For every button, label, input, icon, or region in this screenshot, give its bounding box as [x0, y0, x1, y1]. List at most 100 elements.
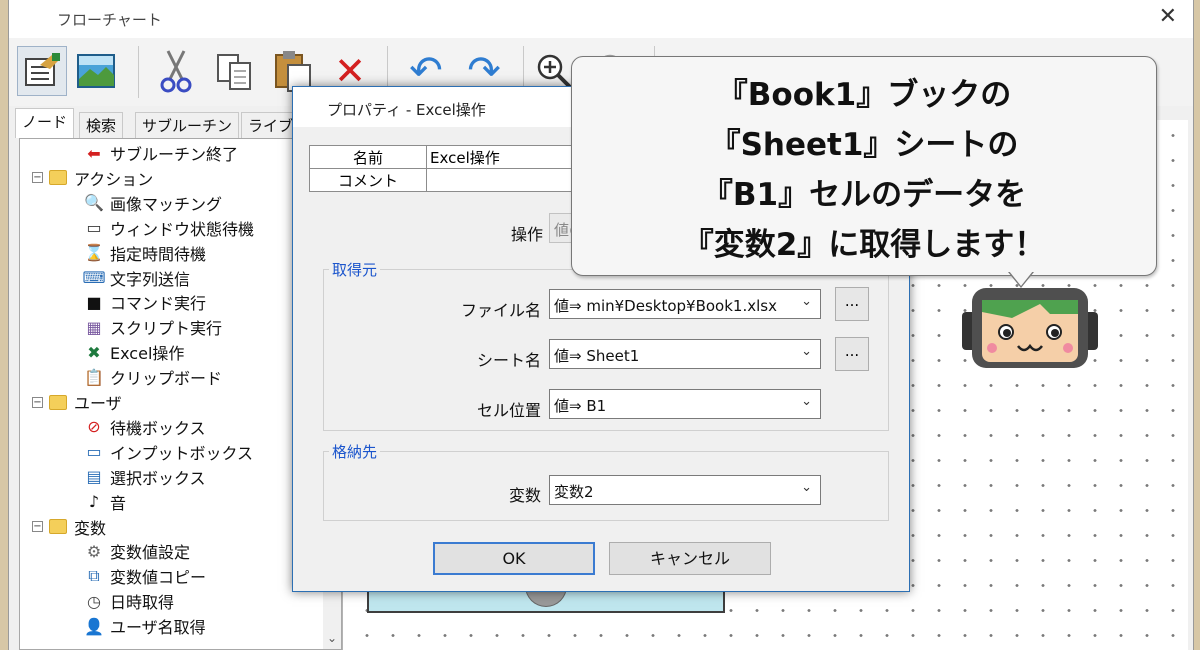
source-group-title: 取得元	[329, 259, 381, 280]
cell-value: 値⇒ B1	[554, 397, 607, 415]
collapse-icon[interactable]: −	[32, 521, 43, 532]
cancel-button[interactable]: キャンセル	[609, 542, 771, 575]
chevron-down-icon: ⌄	[801, 294, 812, 309]
collapse-icon[interactable]: −	[32, 396, 43, 408]
sheet-select[interactable]: 値⇒ Sheet1 ⌄	[549, 339, 821, 369]
tree-item-label: 文字列送信	[110, 269, 191, 289]
cut-icon[interactable]	[151, 46, 201, 96]
tree-item[interactable]: ▭ ウィンドウ状態待機	[84, 216, 254, 240]
tab-subroutine[interactable]: サブルーチン	[135, 112, 240, 138]
tree-folder[interactable]: − アクション	[32, 166, 153, 190]
chevron-down-icon: ⌄	[801, 344, 812, 359]
copy-icon[interactable]	[209, 46, 259, 96]
tree-item-label: 変数値設定	[110, 543, 191, 563]
node-icon: ▭	[86, 218, 102, 238]
tree-item-label: コマンド実行	[110, 294, 207, 314]
variable-select[interactable]: 変数2 ⌄	[549, 475, 821, 505]
tree-item[interactable]: ■ コマンド実行	[84, 290, 206, 314]
variable-value: 変数2	[554, 483, 594, 501]
tree-item-label: 選択ボックス	[110, 468, 206, 488]
callout-line-4: 『変数2』に取得します！	[682, 227, 1046, 263]
window-title: フローチャート	[57, 11, 162, 29]
variable-label: 変数	[508, 486, 541, 505]
file-value: 値⇒ min¥Desktop¥Book1.xlsx	[554, 297, 777, 315]
callout-line-1: 『Book1』ブックの	[716, 77, 1012, 113]
folder-icon	[48, 392, 68, 412]
tree-folder[interactable]: − 変数	[32, 515, 106, 539]
tree-item[interactable]: ▤ 選択ボックス	[84, 465, 206, 489]
node-icon: 📋	[84, 367, 104, 387]
tree-item[interactable]: ▭ インプットボックス	[84, 440, 253, 464]
tree-item[interactable]: 📋 クリップボード	[84, 365, 222, 389]
scroll-down-icon[interactable]: ⌄	[327, 631, 337, 645]
tree-item-label: スクリプト実行	[110, 319, 223, 339]
sheet-browse-button[interactable]: ...	[835, 337, 869, 371]
title-bar: フローチャート ✕	[9, 0, 1193, 38]
tree-folder[interactable]: − ユーザ	[32, 390, 122, 414]
cell-select[interactable]: 値⇒ B1 ⌄	[549, 389, 821, 419]
operation-label: 操作	[510, 225, 543, 244]
node-icon: ▭	[86, 442, 102, 462]
callout-line-2: 『Sheet1』シートの	[709, 127, 1019, 163]
side-tabs: ノード 検索 サブルーチン ライブラ	[15, 108, 335, 138]
sheet-value: 値⇒ Sheet1	[554, 347, 640, 365]
file-select[interactable]: 値⇒ min¥Desktop¥Book1.xlsx ⌄	[549, 289, 821, 319]
properties-icon[interactable]	[17, 46, 67, 96]
tree-item[interactable]: ⬅ サブルーチン終了	[84, 141, 238, 165]
chevron-down-icon: ⌄	[801, 480, 812, 495]
tree-item[interactable]: ⊘ 待機ボックス	[84, 415, 205, 439]
tree-item-label: サブルーチン終了	[110, 145, 239, 164]
node-icon: ▦	[86, 317, 102, 337]
node-icon: ⚙	[86, 541, 102, 561]
node-icon: ■	[86, 292, 102, 312]
tree-item[interactable]: 🔍 画像マッチング	[84, 191, 222, 215]
node-icon: ⬅	[87, 143, 101, 163]
tree-item-label: 指定時間待機	[110, 244, 207, 264]
tree-item-label: ウィンドウ状態待機	[110, 219, 255, 239]
tree-item[interactable]: ▦ スクリプト実行	[84, 315, 222, 339]
node-icon: ⊘	[87, 417, 101, 437]
tree-item-label: ユーザ名取得	[110, 618, 206, 638]
tree-item[interactable]: ⌛ 指定時間待機	[84, 241, 206, 265]
tree-item-label: 変数値コピー	[110, 568, 207, 588]
node-icon: ✖	[87, 342, 101, 362]
node-icon: ⌛	[84, 243, 104, 263]
collapse-icon[interactable]: −	[32, 172, 43, 184]
node-icon: ♪	[88, 492, 100, 512]
callout-line-3: 『B1』セルのデータを	[701, 177, 1027, 213]
ok-button[interactable]: OK	[433, 542, 595, 575]
tree-item[interactable]: ♪ 音	[84, 490, 126, 514]
tab-node[interactable]: ノード	[15, 108, 75, 138]
image-icon[interactable]	[71, 46, 121, 96]
tree-item[interactable]: ◷ 日時取得	[84, 589, 174, 613]
tree-item[interactable]: ⚙ 変数値設定	[84, 539, 190, 563]
comment-label: コメント	[309, 168, 427, 192]
tree-item-label: Excel操作	[110, 344, 185, 364]
tree-item-label: 日時取得	[110, 593, 175, 613]
tree-item-label: 変数	[74, 518, 107, 538]
tree-item-label: ユーザ	[74, 394, 122, 413]
cell-label: セル位置	[476, 401, 541, 420]
tree-item[interactable]: ⌨ 文字列送信	[82, 266, 191, 290]
folder-icon	[48, 517, 68, 537]
sheet-label: シート名	[476, 351, 541, 370]
destination-group-title: 格納先	[329, 441, 381, 462]
node-icon: ▤	[86, 467, 102, 487]
chevron-down-icon: ⌄	[801, 394, 812, 409]
node-icon: 🔍	[84, 193, 104, 213]
file-browse-button[interactable]: ...	[835, 287, 869, 321]
node-icon: ⧉	[88, 566, 100, 586]
file-label: ファイル名	[460, 301, 541, 320]
callout-bubble: 『Book1』ブックの 『Sheet1』シートの 『B1』セルのデータを 『変数…	[571, 56, 1157, 276]
tab-search[interactable]: 検索	[79, 112, 124, 138]
tree-item-label: 画像マッチング	[110, 194, 223, 214]
tree-item[interactable]: 👤 ユーザ名取得	[84, 614, 206, 638]
tree-item-label: 音	[110, 493, 127, 513]
node-icon: 👤	[84, 616, 104, 636]
node-icon: ⌨	[82, 268, 106, 287]
tree-item[interactable]: ✖ Excel操作	[84, 340, 184, 364]
tree-item[interactable]: ⧉ 変数値コピー	[84, 564, 206, 588]
close-icon[interactable]: ✕	[1159, 4, 1177, 29]
tree-item-label: インプットボックス	[110, 443, 254, 463]
tree-item-label: クリップボード	[110, 369, 223, 389]
